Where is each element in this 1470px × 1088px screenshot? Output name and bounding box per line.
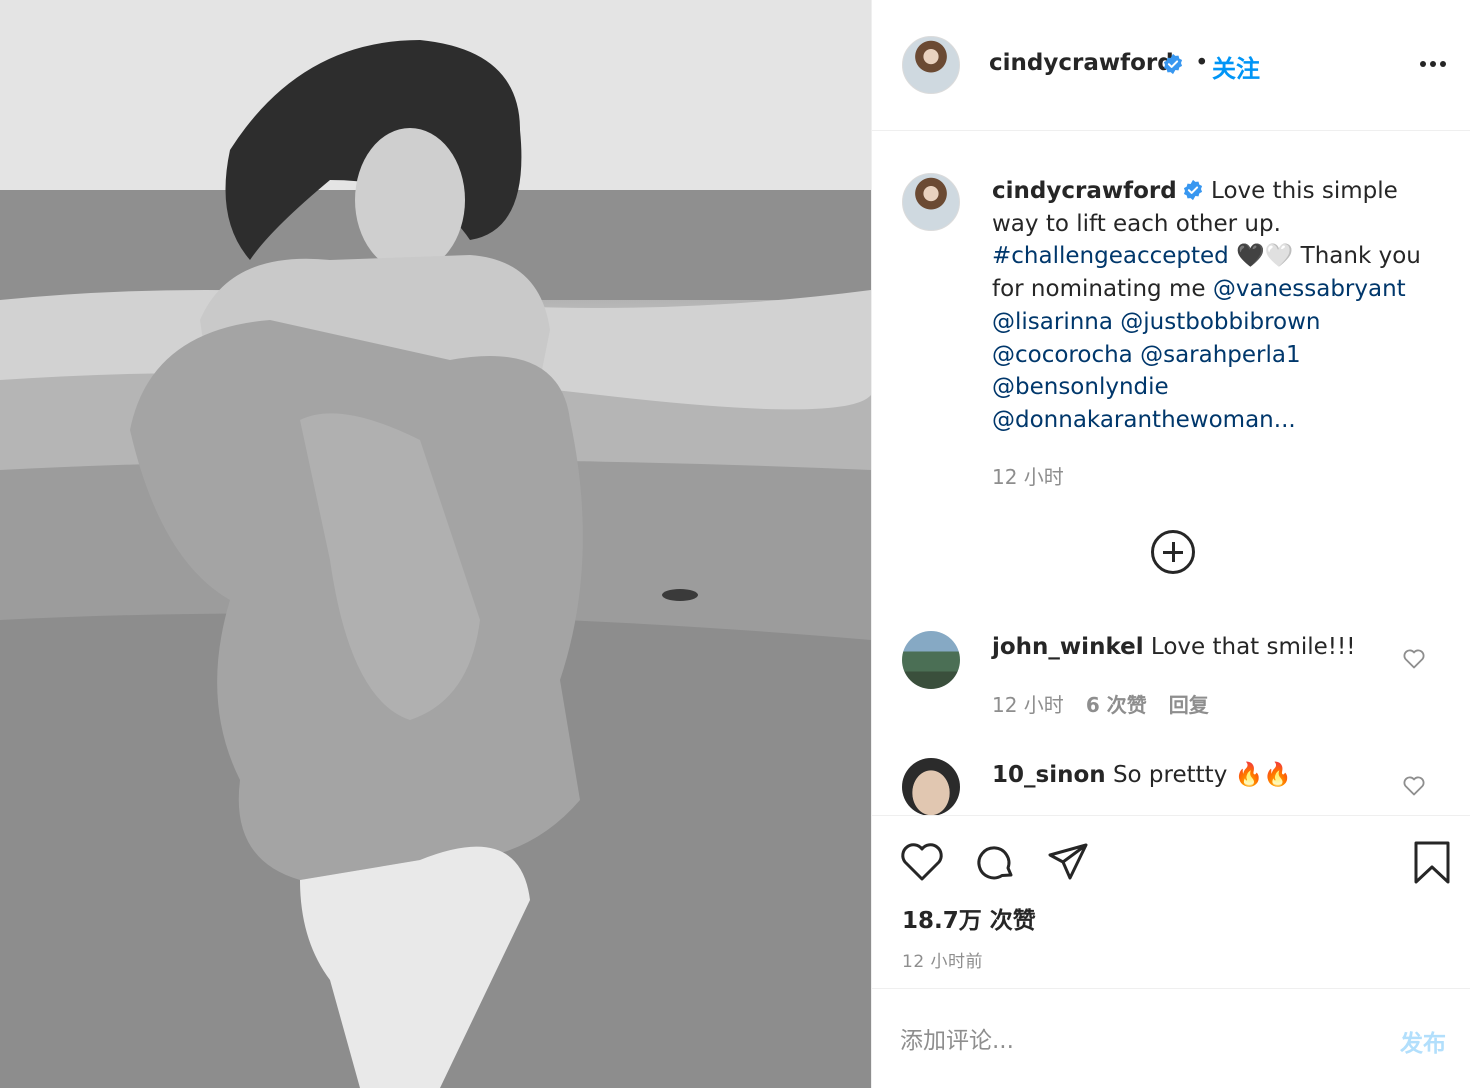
comment-input[interactable]	[900, 1021, 1380, 1061]
commenter-username[interactable]: john_winkel	[992, 634, 1144, 660]
bookmark-icon[interactable]	[1410, 840, 1454, 884]
share-icon[interactable]	[1046, 840, 1090, 884]
heart-icon[interactable]	[1402, 647, 1426, 669]
heart-icon[interactable]	[900, 840, 944, 884]
verified-badge-icon	[1163, 53, 1183, 75]
commenter-avatar[interactable]	[902, 631, 960, 689]
comment-bar: 发布	[872, 988, 1470, 1088]
mention-link[interactable]: @donnakaranthewoman...	[992, 407, 1296, 433]
post-details-panel: cindycrawford • 关注 cindycrawford Love th…	[871, 0, 1470, 1088]
caption-avatar[interactable]	[902, 173, 960, 231]
author-avatar[interactable]	[902, 36, 960, 94]
follow-button[interactable]: 关注	[1212, 49, 1260, 84]
mention-link[interactable]: @cocorocha	[992, 342, 1133, 368]
like-count[interactable]: 18.7万 次赞	[902, 901, 1036, 935]
comment-body: So prettty 🔥🔥	[1105, 762, 1292, 788]
more-options-icon[interactable]	[1420, 52, 1450, 76]
author-username[interactable]: cindycrawford	[989, 50, 1174, 76]
reply-button[interactable]: 回复	[1169, 689, 1209, 718]
separator-dot: •	[1195, 50, 1209, 76]
caption-timestamp: 12 小时	[992, 465, 1064, 489]
commenter-username[interactable]: 10_sinon	[992, 762, 1106, 788]
mention-link[interactable]: @bensonlyndie	[992, 374, 1169, 400]
caption-emoji: 🖤🤍	[1228, 243, 1301, 270]
comment-meta: 12 小时 6 次赞 回复	[992, 689, 1209, 718]
comments-section[interactable]: cindycrawford Love this simple way to li…	[872, 131, 1470, 815]
commenter-avatar[interactable]	[902, 758, 960, 815]
comment-icon[interactable]	[974, 840, 1018, 884]
comment-timestamp: 12 小时	[992, 693, 1064, 717]
plus-circle-icon[interactable]	[1151, 530, 1195, 574]
comment-text: 10_sinon So prettty 🔥🔥	[992, 761, 1292, 788]
verified-badge-icon	[1183, 179, 1202, 201]
comment-likes[interactable]: 6 次赞	[1086, 689, 1147, 718]
post-header: cindycrawford • 关注	[872, 0, 1470, 131]
mention-link[interactable]: @justbobbibrown	[1120, 309, 1320, 335]
post-comment-button[interactable]: 发布	[1400, 1024, 1446, 1058]
comment-body: Love that smile!!!	[1143, 634, 1356, 660]
mention-link[interactable]: @lisarinna	[992, 309, 1113, 335]
post-actions: 18.7万 次赞 12 小时前	[872, 815, 1470, 988]
post-photo[interactable]	[0, 0, 871, 1088]
caption-username[interactable]: cindycrawford	[992, 178, 1177, 204]
heart-icon[interactable]	[1402, 774, 1426, 796]
post-timestamp: 12 小时前	[902, 952, 984, 972]
beach-portrait-image	[0, 0, 871, 1088]
mention-link[interactable]: @sarahperla1	[1140, 342, 1301, 368]
mention-link[interactable]: @vanessabryant	[1213, 276, 1406, 302]
comment-text: john_winkel Love that smile!!!	[992, 634, 1355, 660]
caption: cindycrawford Love this simple way to li…	[992, 175, 1432, 437]
caption-hashtag[interactable]: #challengeaccepted	[992, 243, 1229, 269]
